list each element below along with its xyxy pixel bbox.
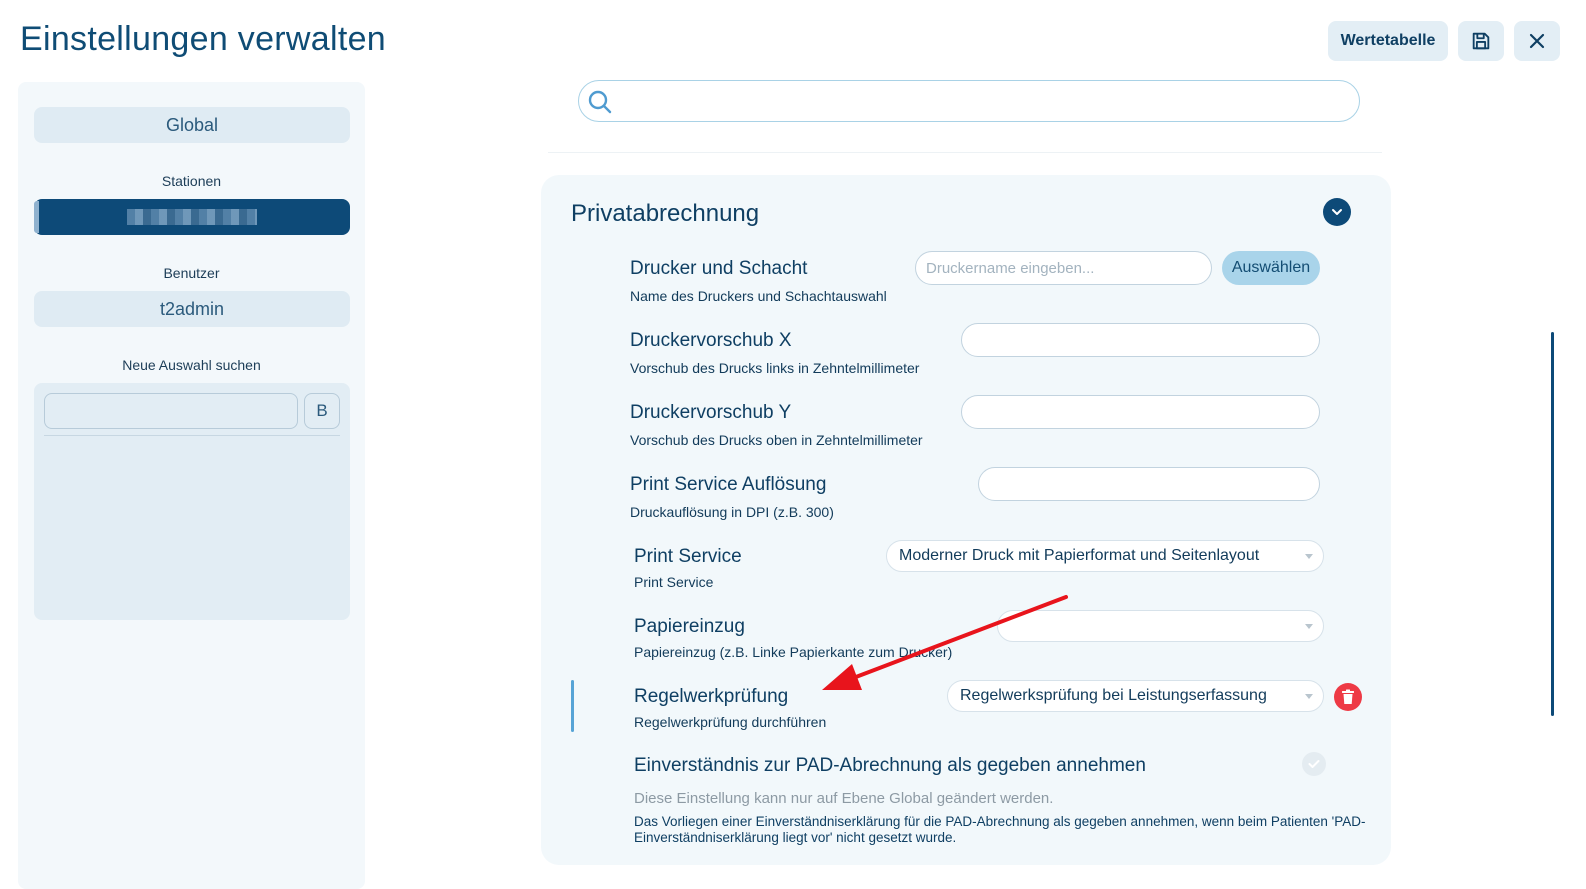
user-selector[interactable]: t2admin <box>34 291 350 327</box>
setting-subtitle: Papiereinzug (z.B. Linke Papierkante zum… <box>634 644 953 660</box>
station-edge <box>34 201 39 233</box>
setting-title: Druckervorschub Y <box>630 402 792 423</box>
setting-title: Print Service Auflösung <box>630 474 827 495</box>
setting-title: Druckervorschub X <box>630 330 792 351</box>
close-button[interactable] <box>1514 21 1560 61</box>
print-service-select[interactable]: Moderner Druck mit Papierformat und Seit… <box>886 540 1324 572</box>
setting-subtitle: Vorschub des Drucks oben in Zehntelmilli… <box>630 432 923 448</box>
users-heading: Benutzer <box>163 265 220 281</box>
collapse-button[interactable] <box>1323 198 1351 226</box>
selection-search-button[interactable]: B <box>304 393 340 429</box>
setting-title: Regelwerkprüfung <box>634 686 789 707</box>
search-icon <box>588 90 612 114</box>
close-icon <box>1529 33 1545 49</box>
sidebar: Global Stationen Benutzer t2admin Neue A… <box>18 82 365 889</box>
settings-search-input[interactable] <box>578 80 1360 122</box>
print-resolution-input[interactable] <box>978 467 1320 501</box>
divider <box>548 152 1382 153</box>
consent-checkbox[interactable] <box>1302 752 1326 776</box>
global-only-note: Diese Einstellung kann nur auf Ebene Glo… <box>634 790 1054 807</box>
chevron-down-icon <box>1305 554 1313 559</box>
select-value: Moderner Druck mit Papierformat und Seit… <box>899 547 1260 564</box>
top-actions: Wertetabelle <box>1328 21 1560 61</box>
printer-offset-y-input[interactable] <box>961 395 1320 429</box>
active-indicator <box>571 680 574 732</box>
select-value: Regelwerksprüfung bei Leistungserfassung <box>960 687 1267 704</box>
printer-name-input[interactable]: Druckername eingeben... <box>915 251 1212 285</box>
setting-title: Einverständnis zur PAD-Abrechnung als ge… <box>634 755 1146 776</box>
chevron-down-icon <box>1332 209 1342 215</box>
divider <box>44 435 340 436</box>
rule-check-select[interactable]: Regelwerksprüfung bei Leistungserfassung <box>947 680 1324 712</box>
station-selector[interactable] <box>34 199 350 235</box>
trash-icon <box>1342 689 1354 704</box>
chevron-down-icon <box>1305 624 1313 629</box>
selection-search-panel: B <box>34 383 350 620</box>
scrollbar[interactable] <box>1551 332 1554 716</box>
save-icon <box>1472 32 1490 50</box>
chevron-down-icon <box>1305 694 1313 699</box>
setting-title: Papiereinzug <box>634 616 745 637</box>
setting-subtitle: Vorschub des Drucks links in Zehntelmill… <box>630 360 920 376</box>
delete-setting-button[interactable] <box>1334 683 1362 711</box>
paper-feed-select[interactable] <box>997 610 1324 642</box>
printer-offset-x-input[interactable] <box>961 323 1320 357</box>
selection-search-input[interactable] <box>44 393 298 429</box>
save-button[interactable] <box>1458 21 1504 61</box>
setting-description: Das Vorliegen einer Einverständniserklär… <box>634 814 1366 845</box>
global-button[interactable]: Global <box>34 107 350 143</box>
setting-subtitle: Druckauflösung in DPI (z.B. 300) <box>630 504 834 520</box>
setting-title: Print Service <box>634 546 742 567</box>
setting-title: Drucker und Schacht <box>630 258 808 279</box>
value-table-button[interactable]: Wertetabelle <box>1328 21 1448 61</box>
station-name-redacted <box>127 209 257 225</box>
page-title: Einstellungen verwalten <box>20 20 387 58</box>
setting-subtitle: Print Service <box>634 574 714 590</box>
section-privatabrechnung: Privatabrechnung Drucker und Schacht Nam… <box>541 175 1391 865</box>
stations-heading: Stationen <box>161 173 222 189</box>
check-icon <box>1308 760 1320 768</box>
section-title: Privatabrechnung <box>571 200 760 227</box>
new-search-heading: Neue Auswahl suchen <box>122 357 261 373</box>
select-printer-button[interactable]: Auswählen <box>1222 251 1320 285</box>
setting-subtitle: Regelwerkprüfung durchführen <box>634 714 827 730</box>
setting-subtitle: Name des Druckers und Schachtauswahl <box>630 288 887 304</box>
